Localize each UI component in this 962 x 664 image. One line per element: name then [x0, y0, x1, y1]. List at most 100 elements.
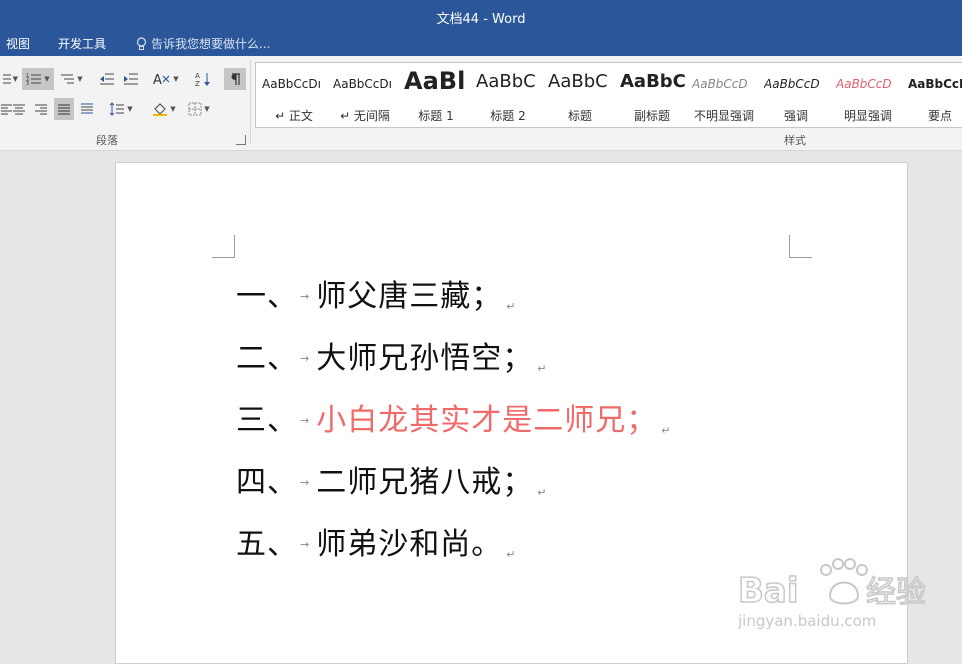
ribbon: ▼ 1 2 3 ▼ ▼ A ▼ AZ ▼ ▼ ▼ 段落 AaBbCcDı ↵ 正… — [0, 56, 962, 151]
styles-group-label: 样式 — [784, 134, 806, 147]
style-sample: AaBbCcDı — [908, 77, 962, 91]
paragraph-mark-icon: ↵ — [661, 424, 672, 437]
style-subtitle[interactable]: AaBbC 副标题 — [616, 63, 688, 127]
chevron-down-icon: ▼ — [12, 75, 18, 83]
tab-mark-icon: → — [300, 414, 311, 427]
style-heading-1[interactable]: AaBl 标题 1 — [400, 63, 472, 127]
style-subtle-emphasis[interactable]: AaBbCcD 不明显强调 — [688, 63, 760, 127]
svg-text:A: A — [153, 73, 162, 86]
sort-az-icon: AZ — [195, 72, 210, 87]
paragraph-mark-icon: ↵ — [537, 486, 548, 499]
style-sample: AaBbC — [548, 71, 608, 92]
style-sample: AaBbC — [476, 71, 536, 92]
sort-button[interactable]: AZ — [192, 68, 214, 90]
borders-button[interactable]: ▼ — [184, 98, 214, 120]
chevron-down-icon: ▼ — [204, 105, 210, 113]
list-number: 三、 — [236, 403, 298, 438]
chevron-down-icon: ▼ — [170, 105, 176, 113]
list-text: 二师兄猪八戒； — [316, 465, 534, 500]
document-page[interactable]: 一、 → 师父唐三藏； ↵ 二、 → 大师兄孙悟空； ↵ 三、 → 小白龙其实才是二师兄； ↵ 四… — [115, 162, 908, 664]
chevron-down-icon: ▼ — [173, 75, 179, 83]
style-name: 不明显强调 — [693, 109, 754, 123]
decrease-indent-button[interactable] — [96, 68, 118, 90]
style-name: 标题 — [567, 109, 592, 123]
numbered-list-icon: 123 — [26, 73, 42, 86]
list-item[interactable]: 四、 → 二师兄猪八戒； ↵ — [236, 457, 547, 501]
style-name: ↵ 无间隔 — [340, 109, 390, 123]
style-sample: AaBbCcD — [692, 77, 748, 91]
style-sample: AaBbC — [620, 71, 686, 92]
list-number: 五、 — [236, 527, 298, 562]
list-item[interactable]: 二、 → 大师兄孙悟空； ↵ — [236, 333, 547, 377]
list-item[interactable]: 一、 → 师父唐三藏； ↵ — [236, 271, 516, 315]
margin-corner-mark — [212, 235, 235, 258]
tell-me-text: 告诉我您想要做什么... — [151, 37, 271, 51]
align-right-button[interactable] — [32, 98, 50, 120]
list-text: 师弟沙和尚。 — [316, 527, 503, 562]
justify-icon — [58, 104, 70, 115]
style-sample: AaBbCcD — [836, 77, 892, 91]
paragraph-group-label: 段落 — [96, 134, 118, 147]
tab-mark-icon: → — [300, 476, 311, 489]
style-normal[interactable]: AaBbCcDı ↵ 正文 — [258, 63, 330, 127]
align-center-button[interactable] — [10, 98, 28, 120]
margin-corner-mark — [789, 235, 812, 258]
list-text: 大师兄孙悟空； — [316, 341, 534, 376]
style-name: 强调 — [783, 109, 808, 123]
style-no-spacing[interactable]: AaBbCcDı ↵ 无间隔 — [329, 63, 401, 127]
title-bar: 文档44 - Word — [0, 0, 962, 30]
show-marks-button[interactable] — [224, 68, 246, 90]
list-number: 四、 — [236, 465, 298, 500]
tab-developer[interactable]: 开发工具 — [58, 35, 106, 52]
tab-mark-icon: → — [300, 538, 311, 551]
list-text: 师父唐三藏； — [316, 279, 503, 314]
svg-text:A: A — [195, 72, 200, 80]
style-intense-emphasis[interactable]: AaBbCcD 明显强调 — [832, 63, 904, 127]
style-sample: AaBbCcDı — [333, 77, 392, 91]
ribbon-tab-bar: 视图 开发工具 告诉我您想要做什么... — [0, 30, 962, 56]
justify-button[interactable] — [54, 98, 74, 120]
chevron-down-icon: ▼ — [77, 75, 83, 83]
tab-mark-icon: → — [300, 290, 311, 303]
tell-me-box[interactable]: 告诉我您想要做什么... — [136, 35, 270, 52]
chevron-down-icon: ▼ — [127, 105, 133, 113]
list-item-highlighted[interactable]: 三、 → 小白龙其实才是二师兄； ↵ — [236, 395, 671, 439]
styles-gallery: AaBbCcDı ↵ 正文 AaBbCcDı ↵ 无间隔 AaBl 标题 1 A… — [255, 62, 962, 128]
style-sample: AaBbCcDı — [262, 77, 321, 91]
line-spacing-button[interactable]: ▼ — [106, 98, 136, 120]
svg-text:Z: Z — [195, 80, 200, 87]
window-title: 文档44 - Word — [436, 12, 526, 27]
list-item[interactable]: 五、 → 师弟沙和尚。 ↵ — [236, 519, 516, 563]
paragraph-mark-icon: ↵ — [506, 300, 517, 313]
lightbulb-icon — [136, 37, 147, 50]
align-right-icon — [35, 104, 47, 115]
increase-indent-icon — [124, 73, 138, 85]
list-text: 小白龙其实才是二师兄； — [316, 403, 658, 438]
shading-button[interactable]: ▼ — [148, 98, 180, 120]
paragraph-mark-icon: ↵ — [537, 362, 548, 375]
dialog-launcher-icon[interactable] — [236, 135, 246, 145]
style-name: 标题 1 — [418, 109, 454, 123]
style-heading-2[interactable]: AaBbC 标题 2 — [472, 63, 544, 127]
numbering-button[interactable]: 1 2 3 ▼ — [22, 68, 54, 90]
paragraph-mark-icon: ↵ — [506, 548, 517, 561]
distributed-button[interactable] — [77, 98, 97, 120]
chevron-down-icon: ▼ — [44, 75, 50, 83]
align-center-icon — [13, 104, 25, 115]
bullets-button[interactable]: ▼ — [0, 68, 18, 90]
list-number: 一、 — [236, 279, 298, 314]
distributed-icon — [81, 103, 93, 114]
style-strong[interactable]: AaBbCcDı 要点 — [904, 63, 962, 127]
asian-layout-icon: A — [153, 73, 170, 86]
style-name: 标题 2 — [490, 109, 526, 123]
decrease-indent-icon — [100, 73, 114, 85]
multilevel-list-button[interactable]: ▼ — [56, 68, 86, 90]
asian-layout-button[interactable]: A ▼ — [150, 68, 182, 90]
style-name: ↵ 正文 — [275, 109, 313, 123]
tab-view[interactable]: 视图 — [6, 35, 30, 52]
style-emphasis[interactable]: AaBbCcD 强调 — [760, 63, 832, 127]
style-title[interactable]: AaBbC 标题 — [544, 63, 616, 127]
style-name: 明显强调 — [843, 109, 892, 123]
style-name: 要点 — [927, 109, 952, 123]
increase-indent-button[interactable] — [120, 68, 142, 90]
